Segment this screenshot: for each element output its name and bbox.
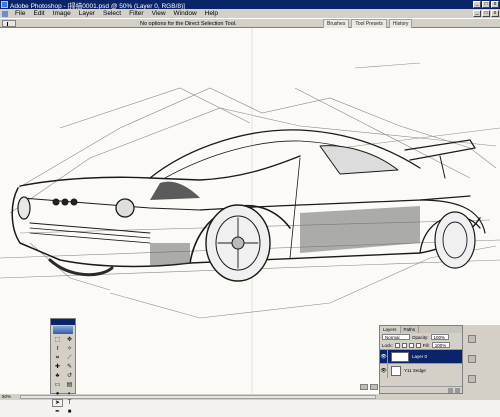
lock-all-icon[interactable]	[415, 342, 421, 348]
photoshop-app-icon	[1, 1, 8, 8]
layer-name: Layer 0	[412, 354, 428, 359]
document-icon[interactable]	[2, 10, 8, 17]
layer-thumbnail	[391, 365, 401, 376]
tab-paths[interactable]: Paths	[401, 326, 420, 333]
doc-close-button[interactable]: x	[491, 10, 499, 17]
scroll-thumb[interactable]	[468, 355, 476, 363]
minimize-button[interactable]: _	[473, 1, 481, 8]
menu-select[interactable]: Select	[99, 9, 125, 18]
layer-row[interactable]: 👁 Y11 Sedge	[380, 363, 462, 378]
maximize-button[interactable]: □	[482, 1, 490, 8]
menu-edit[interactable]: Edit	[29, 9, 48, 18]
marquee-icon[interactable]: ⬚	[52, 336, 63, 344]
document-window-controls: _ □ x	[473, 10, 499, 17]
screen-mode-buttons	[360, 384, 378, 390]
title-bar: Adobe Photoshop - [掃描0001.psd @ 50% (Lay…	[0, 0, 500, 10]
dodge-icon[interactable]: ◐	[64, 390, 75, 398]
layers-panel-footer	[380, 386, 462, 393]
lock-transparency-icon[interactable]	[394, 342, 400, 348]
menu-image[interactable]: Image	[49, 9, 75, 18]
opacity-label: Opacity:	[412, 334, 429, 340]
standard-screen-mode-icon[interactable]	[360, 384, 368, 390]
visibility-eye-icon[interactable]: 👁	[380, 349, 388, 364]
lasso-icon[interactable]: ℓ	[52, 345, 63, 353]
blur-icon[interactable]: ●	[52, 390, 63, 398]
tab-tool-presets[interactable]: Tool Presets	[351, 19, 387, 28]
toolbox-titlebar[interactable]	[51, 319, 75, 325]
scroll-up-icon[interactable]	[468, 335, 476, 343]
menu-window[interactable]: Window	[170, 9, 201, 18]
close-button[interactable]: x	[491, 1, 499, 8]
toolbox: ⬚ ✥ ℓ ✧ ⌗ ⟋ ✚ ✎ ♣ ↺ ▭ ▤ ● ◐ ➤ T ✒ ■	[50, 318, 76, 415]
adobe-logo[interactable]	[53, 326, 73, 334]
layers-panel: Layers Paths Normal Opacity: 100% Lock: …	[379, 325, 463, 394]
zoom-level[interactable]: 50%	[2, 394, 11, 400]
crop-icon[interactable]: ⌗	[52, 354, 63, 362]
lock-position-icon[interactable]	[408, 342, 414, 348]
path-selection-icon[interactable]: ➤	[52, 399, 63, 407]
layer-thumbnail	[391, 351, 409, 362]
gradient-icon[interactable]: ▤	[64, 381, 75, 389]
scroll-down-icon[interactable]	[468, 375, 476, 383]
move-icon[interactable]: ✥	[64, 336, 75, 344]
tab-brushes[interactable]: Brushes	[323, 19, 350, 28]
menu-file[interactable]: File	[11, 9, 29, 18]
history-brush-icon[interactable]: ↺	[64, 372, 75, 380]
menu-view[interactable]: View	[148, 9, 170, 18]
visibility-eye-icon[interactable]: 👁	[380, 363, 388, 378]
tab-layers[interactable]: Layers	[380, 326, 401, 333]
menu-layer[interactable]: Layer	[75, 9, 99, 18]
layers-panel-tabs: Layers Paths	[380, 326, 462, 333]
full-screen-mode-icon[interactable]	[370, 384, 378, 390]
options-hint: No options for the Direct Selection Tool…	[140, 21, 237, 27]
blend-row: Normal Opacity: 100%	[380, 333, 462, 341]
fill-label: Fill:	[422, 342, 430, 348]
eraser-icon[interactable]: ▭	[52, 381, 63, 389]
lock-label: Lock:	[382, 342, 393, 348]
vertical-scroll-region	[463, 325, 500, 394]
pen-icon[interactable]: ✒	[52, 408, 63, 416]
opacity-input[interactable]: 100%	[430, 334, 449, 340]
fill-input[interactable]: 100%	[431, 342, 450, 348]
tab-history[interactable]: History	[388, 19, 413, 28]
layer-name: Y11 Sedge	[404, 368, 426, 373]
doc-restore-button[interactable]: □	[482, 10, 490, 17]
tool-preset-picker[interactable]	[2, 20, 16, 27]
type-icon[interactable]: T	[64, 399, 75, 407]
lock-image-icon[interactable]	[401, 342, 407, 348]
clone-stamp-icon[interactable]: ♣	[52, 372, 63, 380]
trash-icon[interactable]	[455, 387, 460, 393]
status-bar: 50%	[0, 394, 500, 400]
menu-filter[interactable]: Filter	[125, 9, 147, 18]
magic-wand-icon[interactable]: ✧	[64, 345, 75, 353]
palette-well: Brushes Tool Presets History	[323, 19, 499, 28]
layer-row[interactable]: 👁 Layer 0	[380, 349, 462, 364]
blend-mode-select[interactable]: Normal	[382, 334, 410, 340]
shape-icon[interactable]: ■	[64, 408, 75, 416]
healing-brush-icon[interactable]: ✚	[52, 363, 63, 371]
lock-row: Lock: Fill: 100%	[380, 341, 462, 349]
brush-icon[interactable]: ✎	[64, 363, 75, 371]
new-layer-icon[interactable]	[448, 387, 453, 393]
window-controls: _ □ x	[473, 1, 499, 8]
doc-minimize-button[interactable]: _	[473, 10, 481, 17]
menu-bar: File Edit Image Layer Select Filter View…	[0, 9, 500, 18]
menu-help[interactable]: Help	[201, 9, 222, 18]
slice-icon[interactable]: ⟋	[64, 354, 75, 362]
tool-grid: ⬚ ✥ ℓ ✧ ⌗ ⟋ ✚ ✎ ♣ ↺ ▭ ▤ ● ◐ ➤ T ✒ ■	[51, 335, 75, 417]
